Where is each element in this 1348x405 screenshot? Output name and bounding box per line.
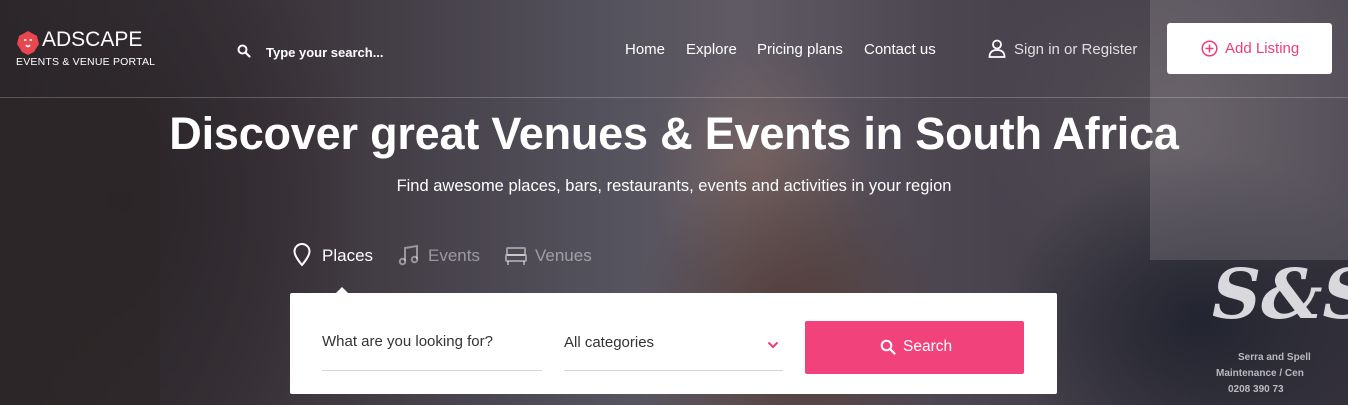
nav-contact-us[interactable]: Contact us (864, 41, 936, 58)
site-header: ADSCAPE EVENTS & VENUE PORTAL Home Explo… (0, 0, 1348, 98)
search-button[interactable]: Search (805, 321, 1024, 374)
van-line-1: Serra and Spell (1238, 352, 1311, 363)
hero-subtitle: Find awesome places, bars, restaurants, … (396, 177, 952, 195)
category-select[interactable]: All categories (564, 321, 783, 371)
van-line-2: Maintenance / Cen (1216, 368, 1304, 379)
bed-icon (505, 247, 527, 265)
search-form: All categories Search (290, 293, 1057, 394)
search-icon (880, 339, 896, 355)
keyword-field[interactable] (322, 321, 542, 371)
hero-title: Discover great Venues & Events in South … (169, 108, 1179, 159)
search-button-label: Search (903, 338, 953, 355)
user-icon (988, 39, 1006, 58)
signin-label: Sign in or Register (1014, 41, 1138, 58)
map-pin-icon (293, 243, 311, 267)
keyword-input[interactable] (322, 321, 542, 350)
van-line-3: 0208 390 73 (1228, 384, 1284, 395)
add-listing-button[interactable]: Add Listing (1167, 23, 1332, 74)
music-note-icon (398, 244, 419, 266)
header-search-input[interactable] (266, 40, 446, 64)
tab-venues-label: Venues (535, 246, 592, 265)
van-logo-text: S&S (1212, 255, 1348, 335)
logo-name: ADSCAPE (42, 28, 143, 51)
active-tab-pointer (335, 287, 349, 294)
tab-events-label: Events (428, 246, 480, 265)
tab-places-label: Places (322, 246, 374, 265)
nav-home[interactable]: Home (625, 41, 665, 58)
search-icon[interactable] (237, 44, 251, 58)
chevron-down-icon (767, 341, 779, 349)
nav-pricing-plans[interactable]: Pricing plans (757, 41, 843, 58)
nav-explore[interactable]: Explore (686, 41, 737, 58)
plus-circle-icon (1201, 40, 1218, 57)
lion-logo-icon (17, 31, 39, 55)
add-listing-label: Add Listing (1225, 40, 1300, 57)
category-selected-value: All categories (564, 334, 655, 351)
logo-tagline: EVENTS & VENUE PORTAL (16, 56, 156, 68)
